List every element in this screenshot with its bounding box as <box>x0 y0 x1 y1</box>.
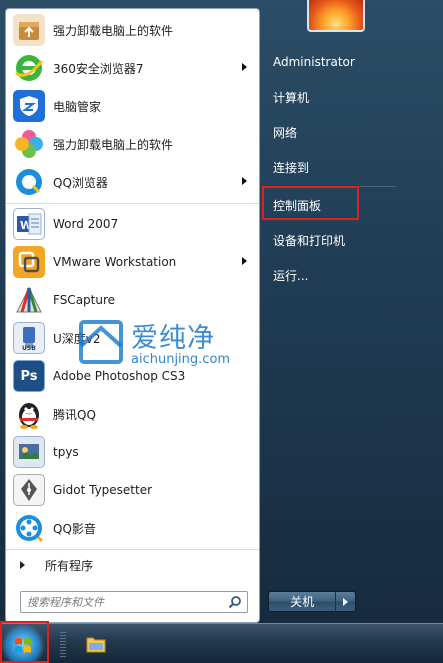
start-menu-screen: 强力卸载电脑上的软件 360安全浏览器7 电脑管家 强力卸载电脑上的软件 QQ浏… <box>0 0 443 663</box>
watermark: 爱纯净 aichunjing.com <box>75 314 253 372</box>
watermark-title: 爱纯净 <box>131 323 215 354</box>
recent-programs-list: W Word 2007 VMware Workstation FSCapture <box>6 205 259 547</box>
pinned-separator <box>6 203 259 204</box>
expand-arrow-icon <box>20 561 25 569</box>
chevron-right-icon <box>343 597 349 606</box>
program-label: Gidot Typesetter <box>53 483 153 497</box>
program-label: 360安全浏览器7 <box>53 61 144 76</box>
watermark-logo-icon <box>79 320 123 364</box>
program-item-tencent-qq[interactable]: 腾讯QQ <box>6 395 259 433</box>
program-item-gidot[interactable]: Gidot Typesetter <box>6 471 259 509</box>
usb-drive-icon: USB <box>13 322 45 354</box>
program-item-uninstaller[interactable]: 强力卸载电脑上的软件 <box>6 11 259 49</box>
all-programs-separator <box>6 549 259 550</box>
taskbar-grip[interactable] <box>60 632 66 658</box>
program-item-pc-manager[interactable]: 电脑管家 <box>6 87 259 125</box>
colorful-flower-icon <box>13 128 45 160</box>
taskbar <box>0 621 443 663</box>
pc-manager-shield-icon <box>13 90 45 122</box>
shutdown-options-button[interactable] <box>336 592 355 611</box>
submenu-arrow-icon[interactable] <box>242 63 247 71</box>
program-label: QQ浏览器 <box>53 175 108 190</box>
program-item-vmware[interactable]: VMware Workstation <box>6 243 259 281</box>
right-item-run[interactable]: 运行... <box>264 261 398 289</box>
shutdown-button-group: 关机 <box>268 591 356 612</box>
gidot-pen-icon <box>13 474 45 506</box>
right-item-computer[interactable]: 计算机 <box>264 83 398 111</box>
qq-browser-icon <box>13 166 45 198</box>
program-label: VMware Workstation <box>53 255 177 269</box>
program-label: 强力卸载电脑上的软件 <box>53 23 174 38</box>
program-item-uninstaller-2[interactable]: 强力卸载电脑上的软件 <box>6 125 259 163</box>
program-item-360-browser[interactable]: 360安全浏览器7 <box>6 49 259 87</box>
search-box[interactable] <box>20 591 248 613</box>
user-avatar[interactable] <box>307 0 365 32</box>
submenu-arrow-icon[interactable] <box>242 257 247 265</box>
right-item-network[interactable]: 网络 <box>264 118 398 146</box>
tpys-app-icon <box>13 436 45 468</box>
search-input[interactable] <box>21 592 221 612</box>
svg-text:USB: USB <box>22 345 36 351</box>
vmware-icon <box>13 246 45 278</box>
program-label: QQ影音 <box>53 521 96 536</box>
watermark-url: aichunjing.com <box>131 352 231 367</box>
shutdown-button[interactable]: 关机 <box>269 592 337 611</box>
program-label: FSCapture <box>53 293 116 307</box>
uninstall-package-icon <box>13 14 45 46</box>
submenu-arrow-icon[interactable] <box>242 177 247 185</box>
control-panel-highlight <box>262 186 359 220</box>
photoshop-icon: Ps <box>13 360 45 392</box>
taskbar-explorer-button[interactable] <box>82 628 110 660</box>
program-item-tpys[interactable]: tpys <box>6 433 259 471</box>
program-item-qq-player[interactable]: QQ影音 <box>6 509 259 547</box>
word-icon: W <box>13 208 45 240</box>
360-browser-icon <box>13 52 45 84</box>
right-item-administrator[interactable]: Administrator <box>264 48 398 76</box>
right-item-devices-printers[interactable]: 设备和打印机 <box>264 226 398 254</box>
program-item-word-2007[interactable]: W Word 2007 <box>6 205 259 243</box>
start-button-highlight <box>0 621 49 663</box>
program-label: 电脑管家 <box>53 99 102 114</box>
right-item-connect-to[interactable]: 连接到 <box>264 153 398 181</box>
qq-player-icon <box>13 512 45 544</box>
qq-penguin-icon <box>13 398 45 430</box>
fscapture-icon <box>13 284 45 316</box>
all-programs-label: 所有程序 <box>45 558 94 573</box>
folder-icon <box>86 637 106 653</box>
program-item-qq-browser[interactable]: QQ浏览器 <box>6 163 259 201</box>
all-programs-button[interactable]: 所有程序 <box>6 551 259 579</box>
pinned-programs-list: 强力卸载电脑上的软件 360安全浏览器7 电脑管家 强力卸载电脑上的软件 QQ浏… <box>6 11 259 201</box>
program-label: tpys <box>53 445 79 459</box>
program-label: Word 2007 <box>53 217 119 231</box>
program-label: 强力卸载电脑上的软件 <box>53 137 174 152</box>
program-label: 腾讯QQ <box>53 407 96 422</box>
search-icon[interactable] <box>228 595 242 609</box>
